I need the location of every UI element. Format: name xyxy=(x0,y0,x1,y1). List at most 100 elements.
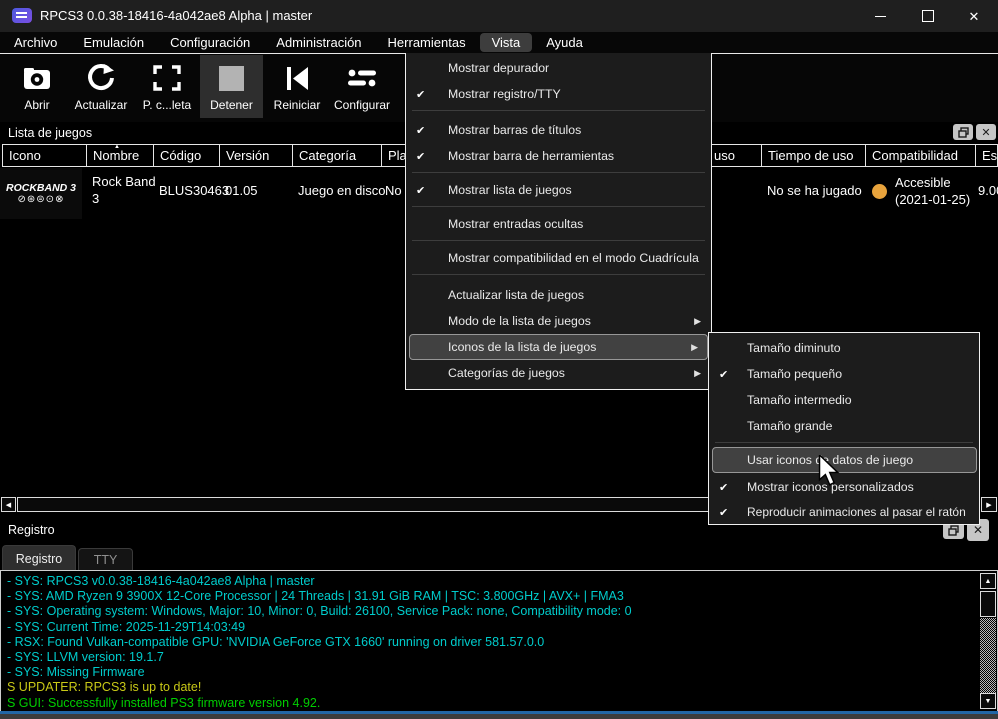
vscroll-up-button[interactable]: ▲ xyxy=(980,573,996,589)
log-line: - SYS: Operating system: Windows, Major:… xyxy=(7,604,977,619)
refresh-label: Actualizar xyxy=(75,98,128,112)
open-button[interactable]: Abrir xyxy=(8,55,66,118)
check-icon: ✔ xyxy=(416,184,425,197)
fullscreen-button[interactable]: P. c...leta xyxy=(136,55,198,118)
cell-name-line1: Rock Band xyxy=(92,174,156,189)
open-icon xyxy=(22,59,52,97)
cell-compat-date: (2021-01-25) xyxy=(895,192,970,207)
log-line: S UPDATER: RPCS3 is up to date! xyxy=(7,680,977,695)
menu-archivo[interactable]: Archivo xyxy=(2,33,69,52)
cell-size: 9.00 xyxy=(978,183,998,198)
log-line: S GUI: Successfully installed PS3 firmwa… xyxy=(7,696,977,711)
maximize-icon xyxy=(922,10,934,22)
menu-item-modo-de-la-lista-de-juegos[interactable]: Modo de la lista de juegos▶ xyxy=(407,308,710,334)
menu-administracion[interactable]: Administración xyxy=(264,33,373,52)
menu-item-mostrar-entradas-ocultas[interactable]: Mostrar entradas ocultas xyxy=(407,211,710,237)
float-icon xyxy=(958,127,969,138)
submenu-item-mostrar-iconos-personalizados[interactable]: ✔Mostrar iconos personalizados xyxy=(710,474,978,500)
tab-registro[interactable]: Registro xyxy=(2,545,76,571)
game-list-float-button[interactable] xyxy=(953,124,973,140)
stop-label: Detener xyxy=(210,98,253,112)
check-icon: ✔ xyxy=(416,88,425,101)
column-header-nombre[interactable]: Nombre xyxy=(86,144,154,167)
window-bottom-frame xyxy=(0,714,998,719)
submenu-item-tamano-pequeno[interactable]: ✔Tamaño pequeño xyxy=(710,361,978,387)
hscroll-left-button[interactable]: ◀ xyxy=(1,497,16,512)
minimize-icon xyxy=(875,16,886,17)
check-icon: ✔ xyxy=(416,124,425,137)
restart-icon xyxy=(283,59,311,97)
column-header-espacio[interactable]: Esp xyxy=(975,144,998,167)
restart-label: Reiniciar xyxy=(274,98,321,112)
menu-herramientas[interactable]: Herramientas xyxy=(376,33,478,52)
refresh-button[interactable]: Actualizar xyxy=(70,55,132,118)
column-header-icono[interactable]: Icono xyxy=(2,144,87,167)
game-logo-badges: ⊘⊛⊜⊙⊗ xyxy=(18,194,65,205)
cell-code: BLUS30463 xyxy=(159,183,229,198)
arrow-up-icon: ▲ xyxy=(985,578,992,585)
stop-button[interactable]: Detener xyxy=(200,55,263,118)
column-header-tiempo-de-uso[interactable]: Tiempo de uso xyxy=(761,144,866,167)
log-line: - RSX: Found Vulkan-compatible GPU: 'NVI… xyxy=(7,635,977,650)
maximize-button[interactable] xyxy=(905,0,951,32)
game-list-close-button[interactable]: ✕ xyxy=(976,124,996,140)
configure-button[interactable]: Configurar xyxy=(330,55,394,118)
game-thumbnail: ROCKBAND 3 ⊘⊛⊜⊙⊗ xyxy=(0,168,82,219)
submenu-item-tamano-diminuto[interactable]: Tamaño diminuto xyxy=(710,335,978,361)
vscroll-down-button[interactable]: ▼ xyxy=(980,693,996,709)
column-header-compatibilidad[interactable]: Compatibilidad xyxy=(865,144,976,167)
column-header-categoria[interactable]: Categoría xyxy=(292,144,382,167)
arrow-right-icon: ▶ xyxy=(986,501,991,509)
menu-vista[interactable]: Vista xyxy=(480,33,533,52)
configure-icon xyxy=(346,59,378,97)
menu-item-mostrar-depurador[interactable]: Mostrar depurador xyxy=(407,55,710,81)
submenu-item-reproducir-animaciones[interactable]: ✔Reproducir animaciones al pasar el rató… xyxy=(710,499,978,525)
menu-separator xyxy=(715,442,973,443)
menu-configuracion[interactable]: Configuración xyxy=(158,33,262,52)
log-line: - SYS: AMD Ryzen 9 3900X 12-Core Process… xyxy=(7,589,977,604)
restart-button[interactable]: Reiniciar xyxy=(266,55,328,118)
log-output[interactable]: - SYS: RPCS3 v0.0.38-18416-4a042ae8 Alph… xyxy=(0,570,998,712)
menu-separator xyxy=(412,206,705,207)
arrow-left-icon: ◀ xyxy=(6,501,11,509)
hscroll-right-button[interactable]: ▶ xyxy=(981,497,997,512)
menu-item-mostrar-compatibilidad-cuadricula[interactable]: Mostrar compatibilidad en el modo Cuadrí… xyxy=(407,245,710,271)
vista-menu-popup: Mostrar depurador ✔Mostrar registro/TTY … xyxy=(405,53,712,390)
menu-ayuda[interactable]: Ayuda xyxy=(534,33,595,52)
menu-item-iconos-de-la-lista-de-juegos[interactable]: Iconos de la lista de juegos▶ xyxy=(409,334,708,360)
log-dock-title: Registro xyxy=(8,523,55,537)
vscroll-thumb[interactable] xyxy=(980,591,996,617)
log-line: - SYS: RPCS3 v0.0.38-18416-4a042ae8 Alph… xyxy=(7,574,977,589)
column-header-version[interactable]: Versión xyxy=(219,144,293,167)
menu-item-mostrar-barra-de-herramientas[interactable]: ✔Mostrar barra de herramientas xyxy=(407,143,710,169)
log-line: - SYS: Current Time: 2025-11-29T14:03:49 xyxy=(7,620,977,635)
mouse-cursor xyxy=(818,455,840,487)
menu-bar: Archivo Emulación Configuración Administ… xyxy=(0,32,998,53)
check-icon: ✔ xyxy=(719,506,728,519)
fullscreen-icon xyxy=(153,59,181,97)
close-button[interactable]: ✕ xyxy=(951,0,997,32)
log-lines: - SYS: RPCS3 v0.0.38-18416-4a042ae8 Alph… xyxy=(7,574,977,711)
check-icon: ✔ xyxy=(416,150,425,163)
tab-tty[interactable]: TTY xyxy=(78,548,133,571)
menu-item-mostrar-registro-tty[interactable]: ✔Mostrar registro/TTY xyxy=(407,81,710,107)
column-header-uso[interactable]: uso xyxy=(707,144,762,167)
cell-compat-status: Accesible xyxy=(895,175,951,190)
float-icon xyxy=(948,525,959,536)
column-header-codigo[interactable]: Código xyxy=(153,144,220,167)
menu-item-mostrar-lista-de-juegos[interactable]: ✔Mostrar lista de juegos xyxy=(407,177,710,203)
compat-status-dot xyxy=(872,184,887,199)
menu-item-categorias-de-juegos[interactable]: Categorías de juegos▶ xyxy=(407,360,710,386)
menu-item-actualizar-lista-de-juegos[interactable]: Actualizar lista de juegos xyxy=(407,282,710,308)
submenu-item-tamano-intermedio[interactable]: Tamaño intermedio xyxy=(710,387,978,413)
menu-item-mostrar-barras-de-titulos[interactable]: ✔Mostrar barras de títulos xyxy=(407,117,710,143)
submenu-item-tamano-grande[interactable]: Tamaño grande xyxy=(710,413,978,439)
game-list-dock-title: Lista de juegos xyxy=(8,126,92,140)
arrow-down-icon: ▼ xyxy=(985,698,992,705)
open-label: Abrir xyxy=(24,98,49,112)
game-logo-text: ROCKBAND 3 xyxy=(6,182,76,194)
vscroll-track[interactable] xyxy=(980,618,996,693)
minimize-button[interactable] xyxy=(857,0,903,32)
menu-emulacion[interactable]: Emulación xyxy=(71,33,156,52)
submenu-item-usar-iconos-de-datos-de-juego[interactable]: Usar iconos de datos de juego xyxy=(712,447,977,473)
